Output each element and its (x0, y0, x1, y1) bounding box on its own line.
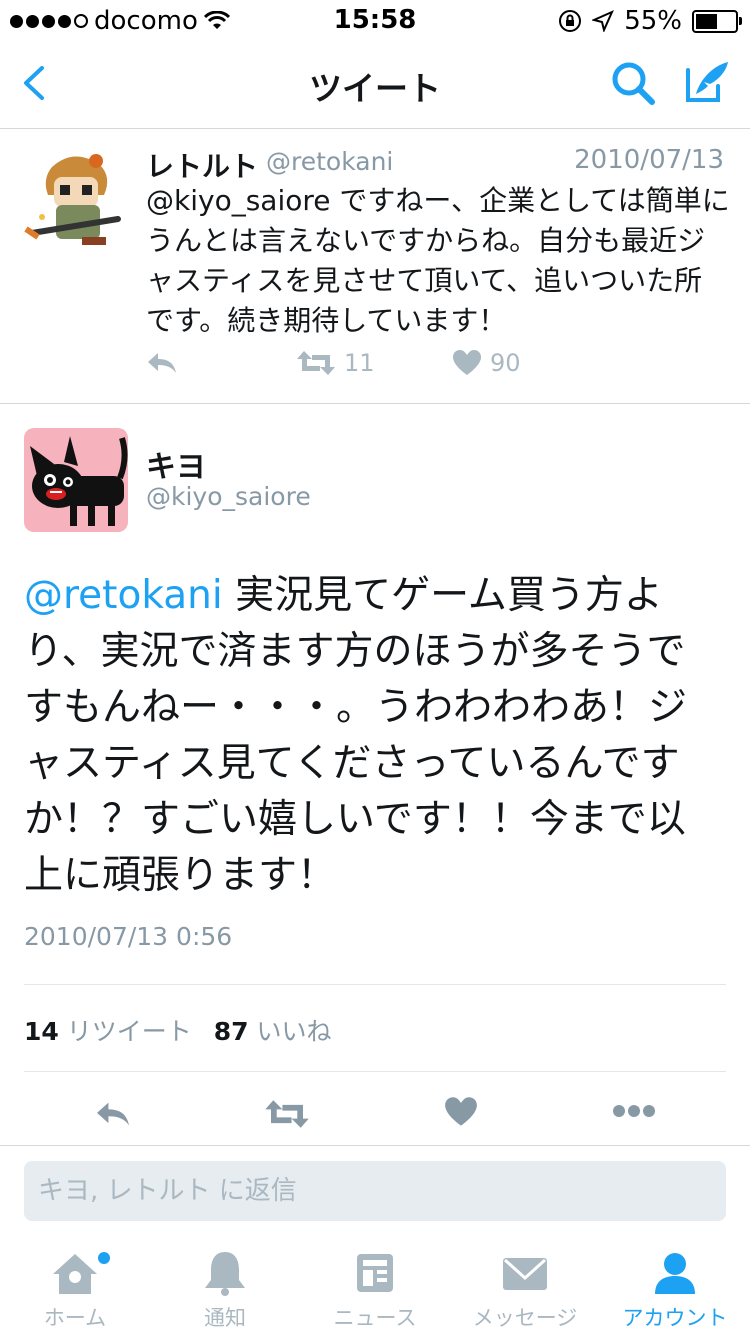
tweet-actions (0, 1096, 750, 1138)
more-options-icon[interactable] (612, 1104, 656, 1118)
tab-news[interactable]: ニュース (300, 1240, 450, 1334)
heart-icon[interactable] (444, 1096, 478, 1128)
orientation-lock-icon (559, 10, 582, 32)
retweet-label[interactable]: リツイート (67, 1017, 192, 1046)
like-count: 90 (490, 349, 521, 377)
reply-icon (148, 353, 176, 373)
author-name[interactable]: レトルト (146, 145, 258, 185)
tab-bar: ホーム 通知 ニュース メッセージ アカウント (0, 1240, 750, 1334)
like-count[interactable]: 87 (214, 1017, 249, 1046)
tab-label: 通知 (204, 1306, 246, 1330)
reply-icon[interactable] (94, 1098, 132, 1130)
tab-home[interactable]: ホーム (0, 1240, 150, 1334)
location-arrow-icon (592, 10, 615, 32)
like-label[interactable]: いいね (256, 1017, 331, 1046)
tweet-text: @retokani 実況見てゲーム買う方より、実況で済ます方のほうが多そうですも… (24, 568, 724, 904)
retweet-icon[interactable] (264, 1098, 310, 1130)
author-handle[interactable]: @retokani (266, 147, 393, 176)
retweet-count[interactable]: 14 (24, 1017, 59, 1046)
status-bar: docomo 15:58 55% (0, 0, 750, 40)
black-cat-image (30, 436, 128, 526)
author-handle[interactable]: @kiyo_saiore (146, 482, 311, 511)
battery-icon (692, 9, 742, 33)
battery-percent: 55% (624, 6, 682, 36)
reply-input[interactable] (24, 1161, 726, 1221)
tab-messages[interactable]: メッセージ (450, 1240, 600, 1334)
search-icon[interactable] (608, 58, 658, 108)
account-icon (655, 1253, 695, 1294)
tweet-actions: 11 90 (146, 349, 730, 381)
reply-button[interactable] (146, 349, 178, 377)
context-tweet[interactable]: レトルト @retokani 2010/07/13 @kiyo_saiore で… (0, 129, 750, 404)
compose-tweet-icon[interactable] (682, 56, 732, 106)
heart-icon (453, 350, 481, 375)
tweet-stats: 14 リツイート 87 いいね (24, 1012, 331, 1048)
like-button[interactable]: 90 (452, 349, 521, 377)
tab-label: ニュース (333, 1306, 417, 1330)
tweet-body: 実況見てゲーム買う方より、実況で済ます方のほうが多そうですもんねー・・・。うわわ… (24, 573, 688, 898)
avatar-kiyo[interactable] (24, 428, 128, 532)
tweet-timestamp: 2010/07/13 0:56 (24, 922, 233, 951)
bell-icon (205, 1252, 245, 1296)
retweet-count: 11 (344, 349, 375, 377)
retweet-icon (297, 351, 335, 375)
divider (24, 1071, 726, 1072)
avatar-retokani[interactable] (22, 147, 126, 251)
tab-account[interactable]: アカウント (600, 1240, 750, 1334)
tweet-date: 2010/07/13 (574, 145, 724, 175)
notification-dot (96, 1250, 112, 1266)
retweet-button[interactable]: 11 (296, 349, 375, 377)
author-name[interactable]: キヨ (146, 442, 206, 486)
reply-bar (0, 1145, 750, 1236)
news-icon (357, 1254, 393, 1292)
home-icon (53, 1254, 97, 1294)
tab-label: ホーム (43, 1306, 107, 1330)
tab-notifications[interactable]: 通知 (150, 1240, 300, 1334)
tab-label: アカウント (622, 1306, 728, 1330)
tweet-text: @kiyo_saiore ですねー、企業としては簡単にうんとは言えないですからね… (146, 184, 730, 337)
envelope-icon (503, 1258, 547, 1290)
nav-bar: ツイート (0, 40, 750, 129)
tab-label: メッセージ (472, 1306, 578, 1330)
divider (24, 984, 726, 985)
mention-link[interactable]: @retokani (24, 573, 223, 618)
